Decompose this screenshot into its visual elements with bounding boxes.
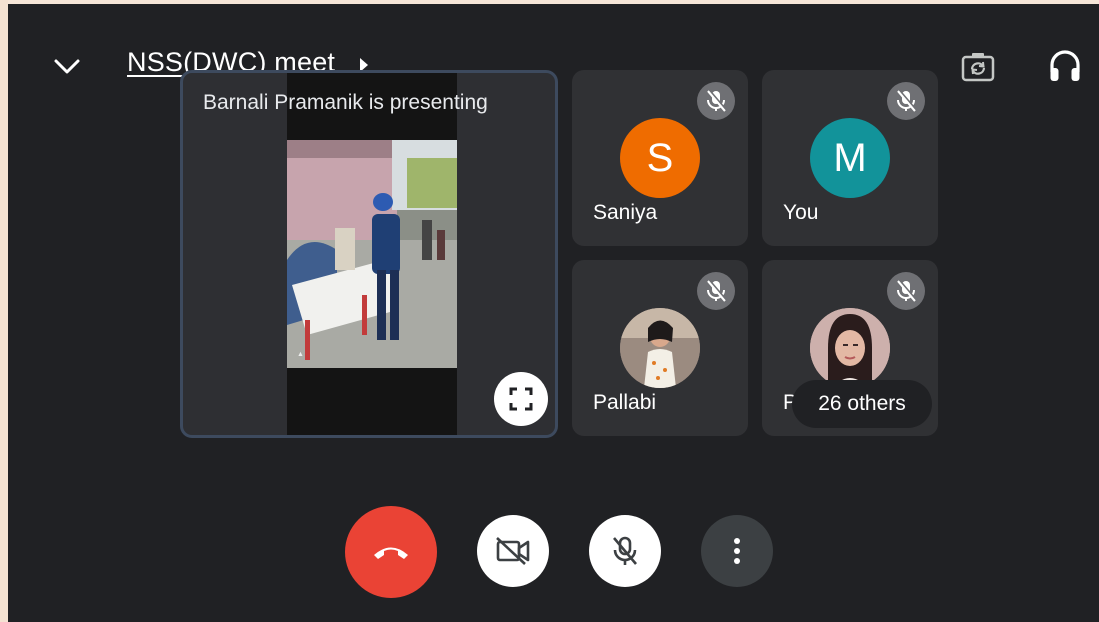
fullscreen-button[interactable] bbox=[494, 372, 548, 426]
camera-flip-icon bbox=[961, 53, 995, 82]
video-off-icon bbox=[496, 537, 530, 565]
phone-hangup-icon bbox=[374, 547, 408, 559]
participant-tile-pallabi[interactable]: Pallabi bbox=[572, 260, 748, 436]
more-options-button[interactable] bbox=[701, 515, 773, 587]
mic-off-icon bbox=[697, 82, 735, 120]
fullscreen-icon bbox=[509, 387, 533, 411]
chevron-down-icon bbox=[54, 59, 80, 74]
audio-output-button[interactable] bbox=[1046, 46, 1084, 86]
participant-tile-saniya[interactable]: S Saniya bbox=[572, 70, 748, 246]
headphones-icon bbox=[1050, 50, 1080, 81]
more-vert-icon bbox=[734, 538, 740, 564]
participant-name: Saniya bbox=[593, 201, 658, 224]
participant-name: You bbox=[783, 201, 819, 224]
microphone-toggle-button[interactable] bbox=[589, 515, 661, 587]
svg-text:▲: ▲ bbox=[297, 351, 304, 358]
camera-toggle-button[interactable] bbox=[477, 515, 549, 587]
mic-off-icon bbox=[697, 272, 735, 310]
avatar-photo bbox=[620, 308, 700, 388]
presentation-tile[interactable]: ▲ Barnali Pramanik is presenting bbox=[180, 70, 558, 438]
shared-screen-image: ▲ bbox=[287, 140, 457, 368]
others-count-chip[interactable]: 26 others bbox=[792, 380, 932, 428]
presenting-label: Barnali Pramanik is presenting bbox=[203, 91, 488, 114]
switch-camera-button[interactable] bbox=[959, 48, 997, 86]
avatar: M bbox=[810, 118, 890, 198]
meet-call-screen: NSS(DWC) meet ▲ Barnali Pramanik is pres… bbox=[8, 4, 1099, 622]
participant-name: Pallabi bbox=[593, 391, 657, 414]
avatar-photo bbox=[810, 308, 890, 388]
collapse-button[interactable] bbox=[50, 50, 84, 84]
end-call-button[interactable] bbox=[345, 506, 437, 598]
avatar: S bbox=[620, 118, 700, 198]
mic-off-icon bbox=[887, 82, 925, 120]
participant-tile-you[interactable]: M You bbox=[762, 70, 938, 246]
mic-off-icon bbox=[887, 272, 925, 310]
participant-tile-overflow[interactable]: P 26 others bbox=[762, 260, 938, 436]
screen-edge bbox=[0, 0, 8, 622]
mic-off-icon bbox=[613, 536, 637, 565]
